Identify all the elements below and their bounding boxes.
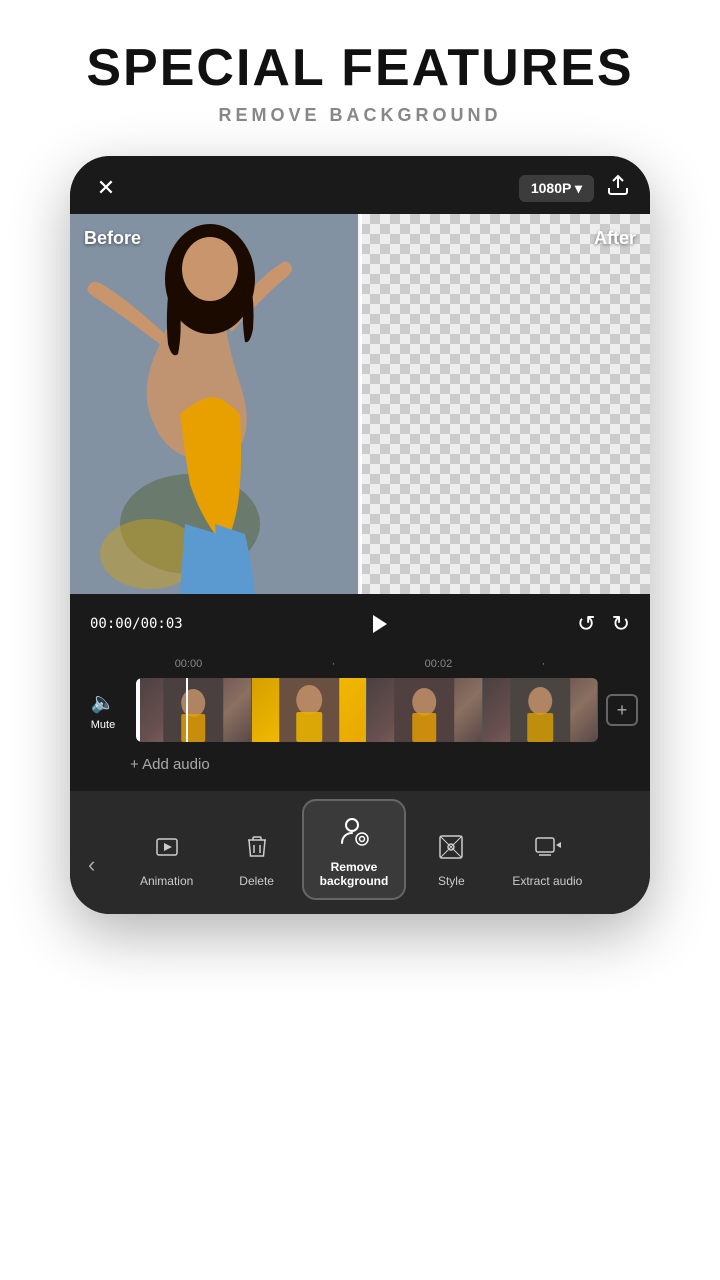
phone-body: ✕ 1080P ▾	[70, 156, 650, 914]
style-label: Style	[438, 874, 465, 888]
delete-label: Delete	[239, 874, 274, 888]
toolbar-item-delete[interactable]: Delete	[212, 823, 302, 898]
timeline-area: 00:00 · 00:02 · 🔈 Mute	[70, 654, 650, 791]
undo-button[interactable]: ↺	[577, 611, 595, 637]
play-button[interactable]	[360, 604, 400, 644]
style-icon	[437, 833, 465, 868]
toolbar-item-remove-background[interactable]: Removebackground	[302, 799, 407, 900]
phone-mockup: ✕ 1080P ▾	[0, 156, 720, 914]
add-audio-label: + Add audio	[130, 756, 210, 773]
toolbar-item-animation[interactable]: Animation	[122, 823, 212, 898]
top-bar: ✕ 1080P ▾	[70, 156, 650, 214]
timeline-ruler: 00:00 · 00:02 ·	[70, 654, 650, 674]
page-subtitle: REMOVE BACKGROUND	[20, 105, 700, 126]
extract-audio-icon	[533, 833, 561, 868]
time-display: 00:00/00:03	[90, 616, 183, 632]
delete-icon	[244, 833, 270, 868]
animation-icon	[153, 833, 181, 868]
toolbar-item-extract-audio[interactable]: Extract audio	[496, 823, 598, 898]
close-button[interactable]: ✕	[90, 172, 122, 204]
back-button[interactable]: ‹	[80, 844, 103, 886]
bottom-toolbar: ‹ Animation	[70, 791, 650, 914]
remove-background-label: Removebackground	[320, 860, 389, 888]
redo-button[interactable]: ↻	[612, 611, 630, 637]
strip-frame-1	[136, 678, 252, 742]
before-label: Before	[84, 228, 141, 249]
mute-control[interactable]: 🔈 Mute	[78, 690, 128, 731]
toolbar-item-style[interactable]: Style	[406, 823, 496, 898]
timeline-marker-0: 00:00	[175, 658, 203, 670]
strip-frame-3	[367, 678, 483, 742]
undo-redo-controls: ↺ ↻	[577, 611, 630, 637]
playback-bar: 00:00/00:03 ↺ ↻	[70, 594, 650, 654]
video-strip[interactable]	[136, 678, 598, 742]
mute-label: Mute	[91, 719, 115, 731]
strip-frame-4	[483, 678, 599, 742]
timeline-content: 🔈 Mute	[70, 674, 650, 746]
resolution-selector[interactable]: 1080P ▾	[519, 175, 594, 202]
timeline-marker-2: 00:02	[425, 658, 453, 670]
remove-background-icon	[338, 815, 370, 854]
upload-button[interactable]	[606, 173, 630, 203]
page-title: SPECIAL FEATURES	[20, 40, 700, 97]
add-clip-button[interactable]: +	[606, 694, 638, 726]
video-preview: Before After	[70, 214, 650, 594]
header-section: SPECIAL FEATURES REMOVE BACKGROUND	[0, 0, 720, 146]
timeline-marker-3: ·	[542, 658, 546, 670]
toolbar-items: ‹ Animation	[70, 799, 650, 898]
animation-label: Animation	[140, 874, 193, 888]
add-audio-button[interactable]: + Add audio	[70, 746, 650, 783]
timeline-marker-1: ·	[332, 658, 336, 670]
after-label: After	[594, 228, 636, 249]
mute-icon: 🔈	[91, 690, 116, 715]
top-right-controls: 1080P ▾	[519, 173, 630, 203]
extract-audio-label: Extract audio	[512, 874, 582, 888]
strip-frame-2	[252, 678, 368, 742]
